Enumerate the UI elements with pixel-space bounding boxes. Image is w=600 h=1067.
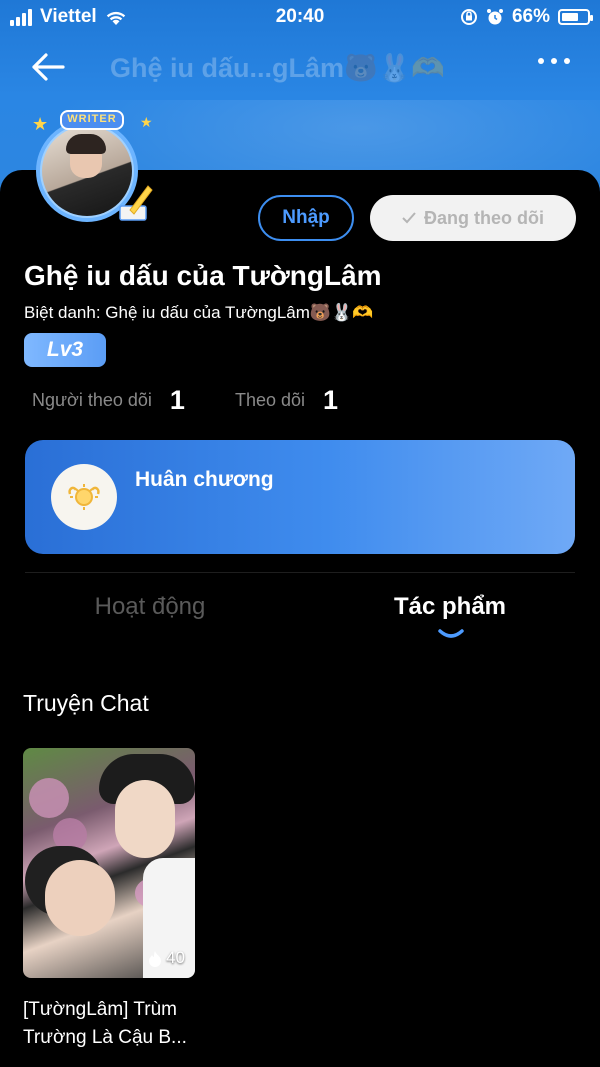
profile-name: Ghệ iu dấu của TườngLâm	[24, 260, 382, 291]
followers-count[interactable]: 1	[170, 385, 185, 416]
star-icon: ★	[32, 114, 49, 134]
profile-nickname: Biệt danh: Ghệ iu dấu của TườngLâm🐻🐰🫶	[24, 303, 374, 322]
medal-icon-container	[51, 464, 117, 530]
quill-icon	[119, 185, 153, 221]
import-button[interactable]: Nhập	[258, 195, 354, 241]
following-button-label: Đang theo dõi	[424, 207, 544, 228]
story-cover[interactable]: 40	[23, 748, 195, 978]
tab-works[interactable]: Tác phẩm	[360, 593, 540, 621]
checkmark-icon	[402, 212, 416, 224]
alarm-icon	[486, 9, 503, 25]
more-icon[interactable]	[538, 58, 570, 64]
battery-percent: 66%	[511, 6, 550, 27]
level-badge: Lv3	[24, 333, 106, 367]
divider	[25, 572, 575, 573]
status-bar: Viettel 20:40 66%	[0, 0, 600, 36]
following-button[interactable]: Đang theo dõi	[370, 195, 576, 241]
status-right: 66%	[460, 6, 593, 28]
tab-activity[interactable]: Hoạt động	[60, 593, 240, 621]
section-title: Truyện Chat	[23, 690, 149, 716]
fire-icon	[149, 950, 162, 967]
followers-label[interactable]: Người theo dõi	[32, 390, 152, 411]
story-views: 40	[148, 948, 185, 968]
story-views-count: 40	[166, 948, 185, 967]
avatar[interactable]: ★ ★ WRITER	[18, 110, 158, 236]
battery-level-fill	[562, 13, 578, 21]
star-icon: ★	[140, 114, 153, 130]
medal-card[interactable]: Huân chương	[25, 440, 575, 554]
lock-rotation-icon	[460, 9, 477, 25]
medal-title: Huân chương	[135, 468, 274, 491]
story-title-line2: Trường Là Cậu B...	[23, 1027, 187, 1048]
follow-stats: Người theo dõi 1 Theo dõi 1	[32, 384, 338, 416]
following-count[interactable]: 1	[323, 385, 338, 416]
story-title-line1: [TườngLâm] Trùm	[23, 999, 177, 1020]
active-tab-indicator	[438, 629, 464, 638]
back-arrow-icon[interactable]	[30, 52, 66, 82]
battery-icon	[558, 9, 593, 25]
story-title[interactable]: [TườngLâm] Trùm Trường Là Cậu B...	[23, 996, 213, 1052]
following-label[interactable]: Theo dõi	[235, 390, 305, 411]
medal-icon	[68, 484, 100, 510]
writer-badge: WRITER	[60, 110, 124, 130]
nav-title: Ghệ iu dấu...gLâm🐻🐰🫶	[110, 53, 445, 83]
